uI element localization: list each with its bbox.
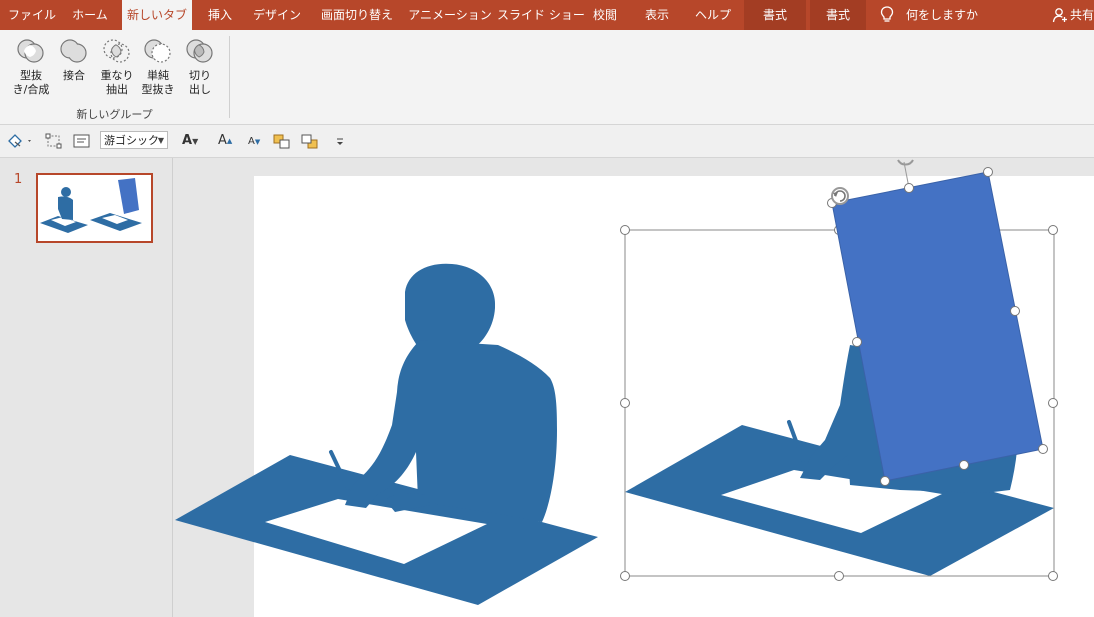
tab-view[interactable]: 表示	[634, 0, 680, 30]
rect-handle-right	[1010, 306, 1020, 316]
text-box-icon[interactable]	[72, 132, 92, 150]
grow-font-glyph: A	[218, 133, 227, 148]
subtract-label-2: 型抜き	[141, 83, 175, 96]
shrink-font-button[interactable]: A▼	[248, 132, 266, 150]
shrink-font-glyph: A	[248, 136, 255, 147]
intersect-label-2: 抽出	[106, 83, 128, 96]
tab-insert[interactable]: 挿入	[198, 0, 242, 30]
slide-number: 1	[14, 172, 23, 187]
font-color-glyph: A	[182, 133, 193, 148]
shape-fill-icon[interactable]	[6, 132, 34, 150]
rect-handle-left	[852, 337, 862, 347]
select-objects-icon[interactable]	[44, 132, 64, 150]
fragment-label-2: 出し	[189, 83, 211, 96]
send-backward-icon[interactable]	[300, 132, 320, 150]
resize-handle-top-left	[620, 225, 630, 235]
lightbulb-icon	[880, 6, 894, 22]
share-person-icon	[1052, 8, 1067, 23]
tab-file[interactable]: ファイル	[6, 0, 58, 30]
combine-shapes-icon	[17, 39, 44, 63]
resize-handle-bottom-left	[620, 571, 630, 581]
share-button[interactable]: 共有	[1070, 0, 1094, 30]
slide-thumbnail-pane: 1	[0, 158, 173, 617]
rectangle-rotate-handle-icon[interactable]	[831, 187, 849, 205]
combine-button[interactable]: 型抜 き/合成	[8, 36, 54, 97]
tab-slideshow[interactable]: スライド ショー	[497, 0, 585, 30]
tab-help[interactable]: ヘルプ	[688, 0, 738, 30]
tell-me-search[interactable]: 何をしますか	[906, 0, 1006, 30]
bring-forward-icon[interactable]	[272, 132, 292, 150]
group-separator	[229, 36, 230, 118]
intersect-shapes-icon	[103, 39, 130, 63]
rect-handle-bottom-right	[1038, 444, 1048, 454]
fragment-label-1: 切り	[189, 69, 211, 82]
tab-format-2[interactable]: 書式	[810, 0, 866, 30]
fragment-shapes-icon	[186, 39, 213, 63]
tab-review[interactable]: 校閲	[582, 0, 628, 30]
union-label: 接合	[63, 69, 85, 82]
slide-thumbnail-preview	[40, 178, 142, 233]
grow-font-button[interactable]: A▲	[218, 132, 236, 150]
rect-handle-top	[904, 183, 914, 193]
resize-handle-right	[1048, 398, 1058, 408]
subtract-label-1: 単純	[147, 69, 169, 82]
resize-handle-bottom-right	[1048, 571, 1058, 581]
tab-home[interactable]: ホーム	[64, 0, 116, 30]
intersect-label-1: 重なり	[100, 69, 134, 82]
arrow-up-icon: ▲	[226, 137, 233, 145]
chevron-down-icon: ▼	[157, 136, 164, 145]
arrow-down-icon: ▼	[254, 138, 261, 146]
fragment-button[interactable]: 切り 出し	[182, 36, 218, 97]
tab-design[interactable]: デザイン	[248, 0, 306, 30]
combine-label-2: き/合成	[12, 83, 50, 96]
group-label: 新しいグループ	[76, 108, 153, 121]
resize-handle-left	[620, 398, 630, 408]
tab-format-1[interactable]: 書式	[744, 0, 806, 30]
quick-toolbar: 游ゴシック ▼ A▼ A▲ A▼	[0, 125, 1094, 158]
intersect-button[interactable]: 重なり 抽出	[98, 36, 136, 97]
union-shapes-icon	[60, 39, 87, 63]
tab-animations[interactable]: アニメーション	[408, 0, 492, 30]
font-name-select[interactable]: 游ゴシック ▼	[100, 131, 168, 149]
font-color-button[interactable]: A▼	[182, 132, 208, 150]
resize-handle-bottom	[834, 571, 844, 581]
subtract-button[interactable]: 単純 型抜き	[138, 36, 178, 97]
tab-transitions[interactable]: 画面切り替え	[312, 0, 402, 30]
ribbon-tab-bar: ファイル ホーム 新しいタブ 挿入 デザイン 画面切り替え アニメーション スラ…	[0, 0, 1094, 30]
ribbon-body: 型抜 き/合成 接合 重なり 抽出 単純 型抜き 切り 出し 新しいグループ	[0, 30, 1094, 125]
resize-handle-top-right	[1048, 225, 1058, 235]
rect-handle-top-right	[983, 167, 993, 177]
rect-handle-bottom-left	[880, 476, 890, 486]
chevron-down-icon: ▼	[192, 137, 199, 146]
customize-toolbar-icon[interactable]	[334, 132, 346, 150]
slide-thumbnail[interactable]	[36, 173, 153, 243]
font-name-value: 游ゴシック	[104, 134, 159, 147]
subtract-shapes-icon	[144, 39, 171, 63]
rect-handle-bottom	[959, 460, 969, 470]
tab-new[interactable]: 新しいタブ	[122, 0, 192, 30]
combine-label-1: 型抜	[20, 69, 42, 82]
union-button[interactable]: 接合	[56, 36, 92, 83]
